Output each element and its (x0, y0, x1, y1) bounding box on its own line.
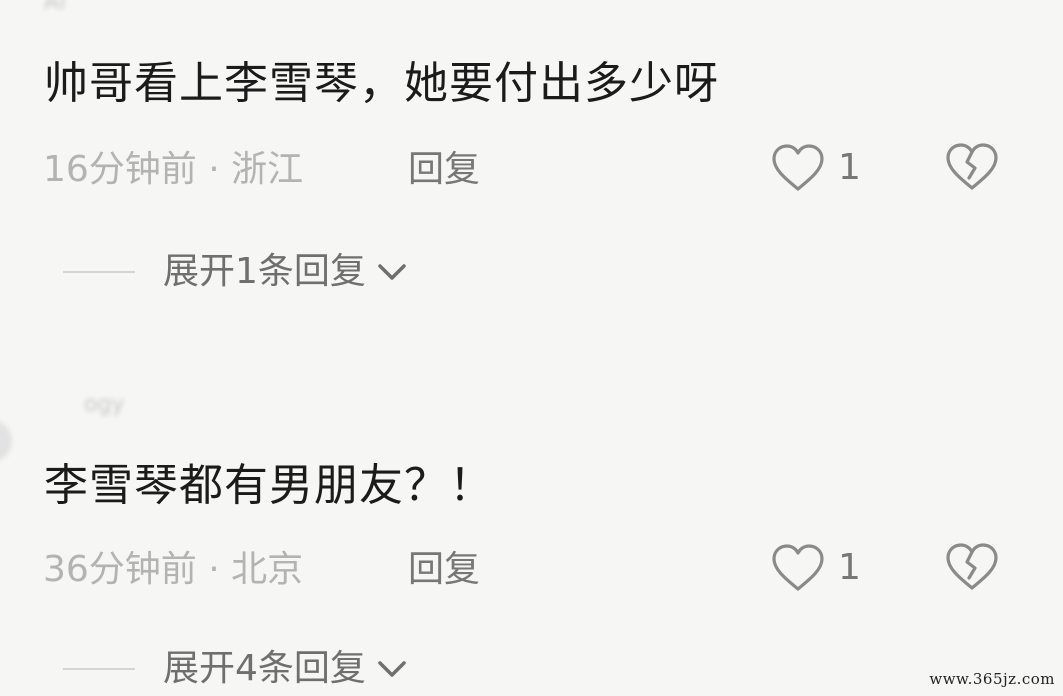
reply-button[interactable]: 回复 (408, 150, 480, 190)
meta-separator: · (196, 149, 232, 190)
comment-text: 李雪琴都有男朋友？！ (44, 460, 494, 511)
comment-list: AI 帅哥看上李雪琴，她要付出多少呀 16分钟前 · 浙江 回复 1 展开1条回… (0, 0, 1063, 696)
comment-location: 浙江 (231, 149, 304, 190)
heart-outline-icon (772, 544, 824, 591)
comment-meta: 16分钟前 · 浙江 (43, 150, 303, 190)
heart-outline-icon (772, 144, 824, 191)
like-button[interactable]: 1 (770, 540, 861, 596)
broken-heart-icon[interactable] (944, 142, 1000, 192)
broken-heart-icon[interactable] (944, 542, 1000, 592)
comment-time: 36分钟前 (43, 549, 197, 590)
like-count: 1 (838, 147, 861, 188)
expand-replies-button[interactable]: 展开4条回复 (63, 645, 408, 693)
watermark: www.365jz.com (929, 670, 1055, 688)
divider-line (63, 668, 135, 670)
chevron-down-icon (378, 264, 406, 280)
avatar[interactable] (0, 420, 12, 462)
like-button[interactable]: 1 (770, 140, 861, 196)
meta-separator: · (196, 549, 232, 590)
comment-location: 北京 (231, 549, 304, 590)
comment-text: 帅哥看上李雪琴，她要付出多少呀 (44, 58, 719, 109)
comment-time: 16分钟前 (43, 149, 197, 190)
comment-username[interactable]: AI (44, 0, 66, 15)
divider-line (63, 271, 135, 273)
expand-replies-label: 展开4条回复 (163, 648, 366, 689)
reply-button[interactable]: 回复 (408, 550, 480, 590)
expand-replies-label: 展开1条回复 (163, 251, 366, 292)
chevron-down-icon (378, 661, 406, 677)
like-count: 1 (838, 547, 861, 588)
expand-replies-button[interactable]: 展开1条回复 (63, 248, 408, 296)
comment-username[interactable]: ogy (84, 392, 124, 417)
comment-meta: 36分钟前 · 北京 (43, 550, 303, 590)
